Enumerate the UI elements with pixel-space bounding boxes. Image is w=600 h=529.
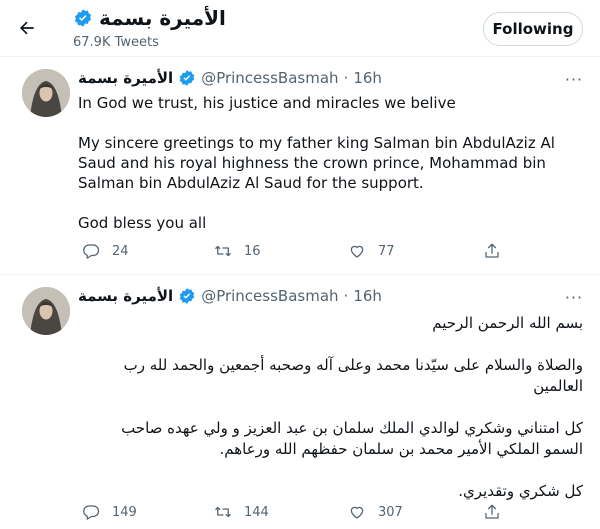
avatar-image — [22, 287, 70, 335]
back-button[interactable] — [12, 13, 42, 43]
retweet-button[interactable]: 144 — [214, 503, 269, 521]
more-icon: ··· — [564, 287, 584, 307]
share-icon — [485, 504, 499, 519]
avatar[interactable] — [22, 69, 70, 117]
separator: · — [343, 287, 349, 305]
reply-icon — [83, 244, 100, 259]
more-icon: ··· — [564, 69, 584, 89]
verified-badge-icon — [74, 9, 92, 27]
reply-icon — [83, 505, 100, 520]
avatar[interactable] — [22, 287, 70, 335]
like-button[interactable]: 307 — [348, 503, 403, 521]
following-button[interactable]: Following — [483, 12, 583, 46]
header-name: الأميرة بسمة — [99, 6, 226, 30]
like-count: 307 — [378, 504, 403, 520]
tweet-header: الأميرة بسمة @PrincessBasmah · 16h — [78, 69, 382, 87]
reply-button[interactable]: 24 — [82, 242, 129, 260]
retweet-button[interactable]: 16 — [214, 242, 261, 260]
share-button[interactable] — [483, 242, 501, 260]
retweet-icon — [215, 506, 231, 518]
tweet-paragraph: My sincere greetings to my father king S… — [78, 134, 555, 192]
tweet-paragraph: كل شكري وتقديري. — [458, 482, 583, 500]
like-count: 77 — [378, 243, 395, 259]
reply-count: 24 — [112, 243, 129, 259]
timestamp[interactable]: 16h — [353, 69, 382, 87]
tweet-actions: 24 16 77 — [78, 242, 528, 266]
author-handle[interactable]: @PrincessBasmah — [201, 69, 338, 87]
back-arrow-icon — [19, 21, 34, 35]
share-button[interactable] — [483, 503, 501, 521]
more-button[interactable]: ··· — [562, 69, 586, 89]
separator: · — [343, 69, 349, 87]
author-name[interactable]: الأميرة بسمة — [78, 287, 173, 305]
verified-badge-icon — [179, 70, 195, 86]
tweet-paragraph: God bless you all — [78, 214, 207, 232]
tweet-paragraph: بسم الله الرحمن الرحيم — [432, 314, 583, 332]
tweet-count: 67.9K Tweets — [73, 35, 159, 50]
avatar-image — [22, 69, 70, 117]
reply-count: 149 — [112, 504, 137, 520]
tweet-text: بسم الله الرحمن الرحيم والصلاة والسلام ع… — [78, 313, 583, 523]
like-icon — [350, 245, 364, 258]
profile-header: الأميرة بسمة 67.9K Tweets Following — [0, 0, 600, 56]
reply-button[interactable]: 149 — [82, 503, 137, 521]
like-button[interactable]: 77 — [348, 242, 395, 260]
verified-badge-icon — [179, 288, 195, 304]
retweet-count: 144 — [244, 504, 269, 520]
retweet-count: 16 — [244, 243, 261, 259]
timestamp[interactable]: 16h — [353, 287, 382, 305]
tweet[interactable]: الأميرة بسمة @PrincessBasmah · 16h ··· I… — [0, 57, 600, 274]
like-icon — [350, 506, 364, 519]
header-title: الأميرة بسمة — [73, 6, 226, 30]
tweet-text: In God we trust, his justice and miracle… — [78, 93, 583, 253]
tweet-actions: 149 144 307 — [78, 503, 528, 527]
tweet-header: الأميرة بسمة @PrincessBasmah · 16h — [78, 287, 382, 305]
share-icon — [485, 243, 499, 258]
author-name[interactable]: الأميرة بسمة — [78, 69, 173, 87]
tweet-paragraph: والصلاة والسلام على سيّدنا محمد وعلى آله… — [123, 356, 583, 395]
tweet-paragraph: كل امتناني وشكري لوالدي الملك سلمان بن ع… — [121, 419, 583, 458]
more-button[interactable]: ··· — [562, 287, 586, 307]
tweet[interactable]: الأميرة بسمة @PrincessBasmah · 16h ··· ب… — [0, 275, 600, 529]
retweet-icon — [215, 245, 231, 257]
author-handle[interactable]: @PrincessBasmah — [201, 287, 338, 305]
tweet-paragraph: In God we trust, his justice and miracle… — [78, 94, 456, 112]
